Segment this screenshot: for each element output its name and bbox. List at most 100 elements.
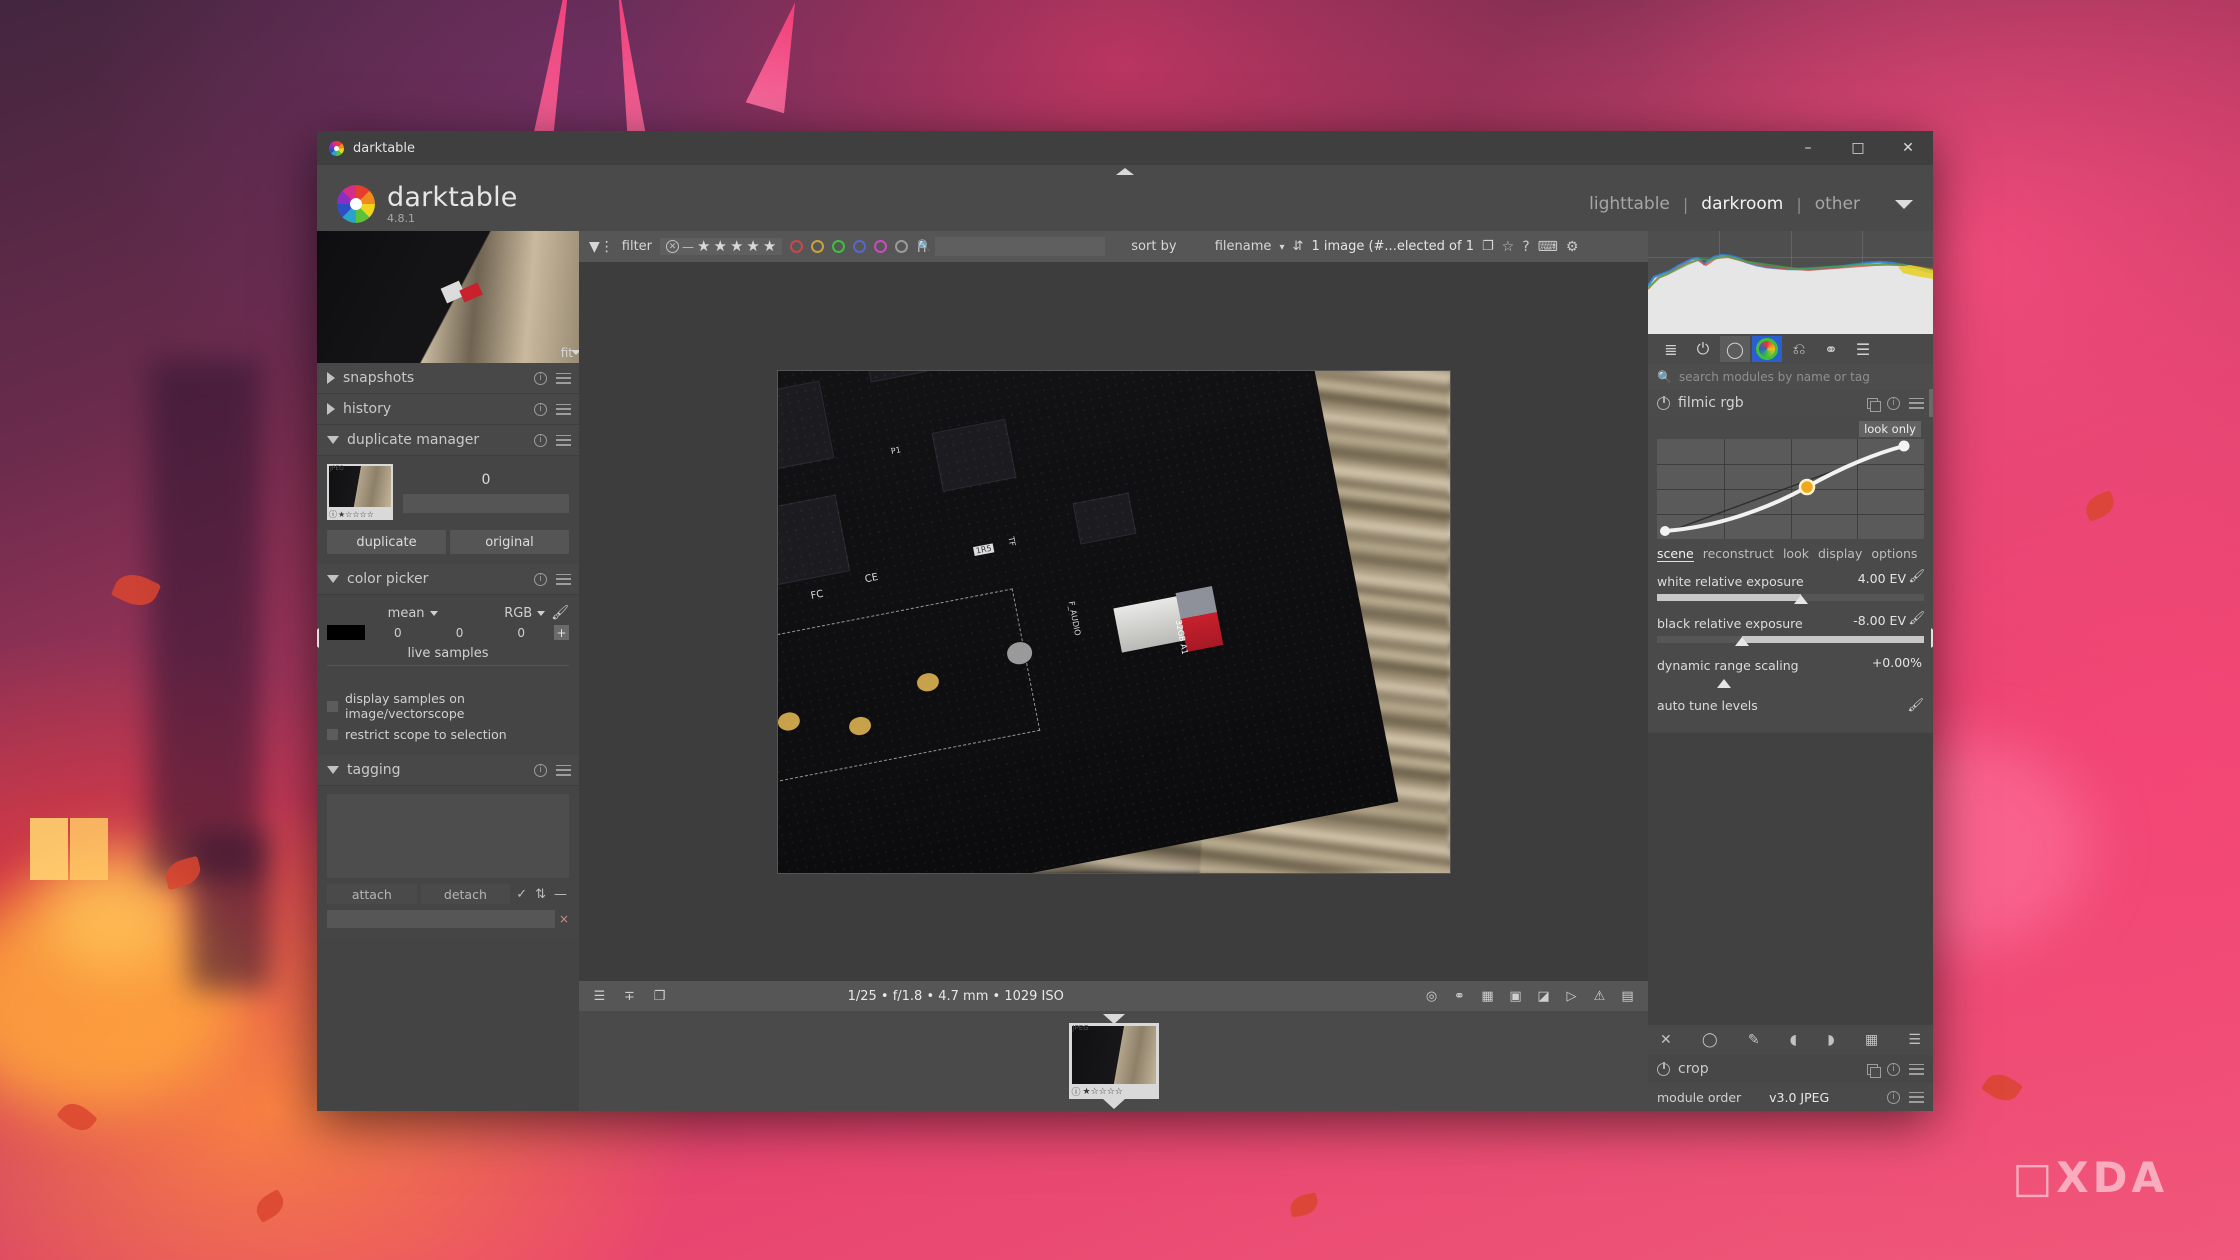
original-button[interactable]: original [450, 530, 569, 554]
chevron-down-icon[interactable] [571, 350, 579, 355]
filmstrip-thumbnail[interactable]: JPEG ⓘ ★☆☆☆☆ [1068, 1014, 1159, 1109]
color-label-yellow[interactable] [811, 240, 825, 253]
multi-instance-icon[interactable] [1867, 397, 1881, 412]
overexposure-icon[interactable]: ⚠ [1591, 989, 1608, 1004]
base-group-icon[interactable]: ⏻ [1688, 336, 1718, 362]
star-icon[interactable]: ☆ [1502, 239, 1515, 255]
view-darkroom[interactable]: darkroom [1688, 194, 1796, 214]
color-label-gray[interactable] [895, 240, 909, 253]
module-header-history[interactable]: history i [317, 394, 579, 425]
tab-options[interactable]: options [1871, 546, 1917, 562]
slider-dynamic-range-scaling[interactable]: dynamic range scaling +0.00% [1657, 652, 1924, 694]
star-rating[interactable]: ★☆☆☆☆ [1083, 1087, 1123, 1097]
slider-handle[interactable] [1794, 595, 1809, 604]
info-icon[interactable]: i [534, 572, 547, 586]
mask-off-icon[interactable]: ✕ [1660, 1032, 1672, 1048]
add-sample-button[interactable]: + [554, 625, 570, 640]
hamburger-icon[interactable]: ☰ [591, 989, 608, 1004]
slider-handle[interactable] [1716, 679, 1731, 688]
duplicate-name-field[interactable] [403, 494, 569, 513]
presets-icon[interactable] [1909, 1063, 1924, 1075]
checkbox-icon[interactable] [327, 700, 338, 712]
gear-icon[interactable]: ⚙ [1566, 239, 1579, 255]
copy-icon[interactable]: ❐ [1482, 239, 1494, 254]
reject-icon[interactable]: ✕ [666, 240, 680, 253]
clear-icon[interactable]: × [559, 912, 569, 926]
guides-icon[interactable]: ▤ [1619, 989, 1636, 1004]
star-2[interactable]: ★ [713, 239, 726, 254]
correction-group-icon[interactable]: ⎌ [1784, 336, 1814, 362]
reject-icon[interactable]: ⓘ [329, 509, 337, 520]
image-canvas[interactable]: FC CE 1R5 TF F_AUDIO P1 RTC [579, 262, 1648, 981]
checkbox-icon[interactable] [327, 729, 338, 740]
histogram[interactable] [1648, 231, 1933, 334]
hamburger-icon[interactable] [556, 764, 571, 776]
gamut-check-icon[interactable]: ▣ [1507, 989, 1524, 1004]
slider-track[interactable] [1657, 636, 1924, 646]
duplicate-rating[interactable]: ⓘ ★☆☆☆☆ [329, 508, 391, 520]
tone-group-icon[interactable]: ◯ [1720, 336, 1750, 362]
info-icon[interactable]: i [534, 371, 547, 385]
info-icon[interactable]: i [534, 763, 547, 777]
module-header-snapshots[interactable]: snapshots i [317, 363, 579, 394]
chevron-down-icon[interactable] [1895, 199, 1913, 209]
attach-tag-button[interactable]: attach [327, 884, 417, 904]
overlays-icon[interactable]: ❐ [651, 989, 668, 1004]
maximize-button[interactable]: □ [1833, 131, 1883, 165]
color-label-purple[interactable] [874, 240, 888, 253]
filter-funnel-icon[interactable]: ▼⋮ [589, 239, 614, 255]
minus-icon[interactable]: — [552, 887, 569, 902]
hamburger-icon[interactable] [1909, 1091, 1924, 1103]
colorpicker-mode-select[interactable]: mean [388, 606, 438, 621]
eyedropper-icon[interactable]: 🖌 [1908, 569, 1925, 584]
star-1[interactable]: ★ [697, 239, 710, 254]
grouping-icon[interactable]: ∓ [621, 989, 638, 1004]
restrict-scope-checkbox-row[interactable]: restrict scope to selection [327, 724, 569, 745]
module-header-crop[interactable]: crop i [1648, 1055, 1933, 1083]
power-icon[interactable] [1657, 395, 1670, 410]
navigation-preview[interactable]: fit [317, 231, 579, 363]
tag-list[interactable] [327, 794, 569, 878]
module-header-tagging[interactable]: tagging i [317, 755, 579, 786]
multi-instance-icon[interactable] [1867, 1063, 1881, 1078]
slider-black-relative-exposure[interactable]: black relative exposure -8.00 EV 🖌 [1657, 610, 1925, 652]
star-4[interactable]: ★ [746, 239, 759, 254]
iso-12646-icon[interactable]: ⚭ [1451, 989, 1468, 1004]
check-icon[interactable]: ✓ [514, 887, 529, 902]
star-rating[interactable]: ★☆☆☆☆ [338, 510, 374, 519]
rating-filter[interactable]: ✕ — ★ ★ ★ ★ ★ [660, 238, 783, 255]
focus-peaking-icon[interactable]: ◎ [1423, 989, 1440, 1004]
info-icon[interactable]: i [534, 402, 547, 416]
star-3[interactable]: ★ [730, 239, 743, 254]
module-header-filmic-rgb[interactable]: filmic rgb i [1648, 389, 1933, 417]
tab-reconstruct[interactable]: reconstruct [1703, 546, 1774, 562]
detach-tag-button[interactable]: detach [420, 884, 511, 904]
color-label-red[interactable] [790, 240, 804, 253]
view-lighttable[interactable]: lighttable [1576, 194, 1683, 214]
module-header-duplicate-manager[interactable]: duplicate manager i [317, 425, 579, 456]
duplicate-button[interactable]: duplicate [327, 530, 446, 554]
module-search[interactable]: 🔍 search modules by name or tag [1648, 364, 1933, 389]
parametric-mask-icon[interactable]: ◖ [1790, 1032, 1797, 1048]
auto-tune-levels-row[interactable]: auto tune levels 🖌 [1657, 694, 1924, 723]
effects-group-icon[interactable]: ⚭ [1816, 336, 1846, 362]
raster-mask-icon[interactable]: ▦ [1865, 1032, 1878, 1048]
color-group-icon[interactable] [1752, 336, 1782, 362]
drawn-mask-icon[interactable]: ✎ [1748, 1032, 1760, 1048]
hamburger-icon[interactable] [556, 434, 571, 446]
eyedropper-icon[interactable]: 🖌 [1907, 698, 1924, 713]
colorpicker-colorspace-select[interactable]: RGB [504, 606, 546, 621]
right-panel-collapse-arrow[interactable] [1931, 628, 1933, 648]
shortcuts-icon[interactable]: ⌨ [1538, 239, 1558, 255]
eyedropper-icon[interactable]: 🖌 [1908, 611, 1925, 626]
reject-icon[interactable]: ⓘ [1072, 1085, 1081, 1098]
module-order-row[interactable]: module order v3.0 JPEG i [1648, 1083, 1933, 1111]
display-samples-checkbox-row[interactable]: display samples on image/vectorscope [327, 688, 569, 724]
soft-proof-icon[interactable]: ◪ [1535, 989, 1552, 1004]
top-panel-collapse-handle[interactable] [317, 165, 1933, 177]
slider-track[interactable] [1657, 678, 1924, 688]
eyedropper-icon[interactable]: 🖌 [551, 605, 569, 621]
sort-icon[interactable]: ⇅ [533, 887, 548, 902]
power-icon[interactable] [1657, 1061, 1670, 1076]
tab-display[interactable]: display [1818, 546, 1862, 562]
